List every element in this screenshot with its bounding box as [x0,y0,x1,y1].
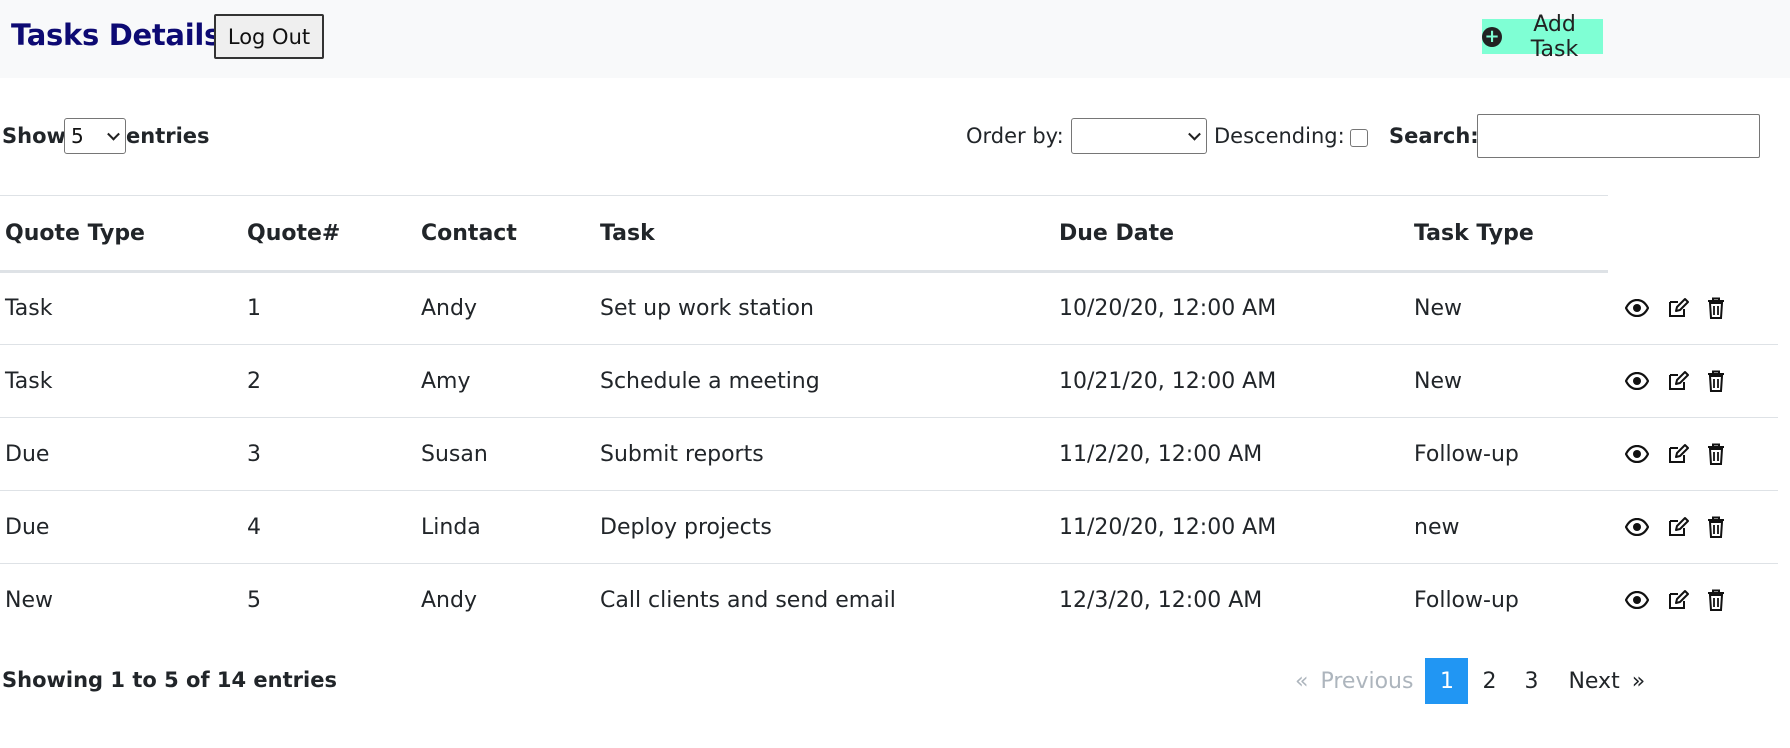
cell-task: Deploy projects [595,490,1054,564]
edit-icon[interactable] [1667,297,1689,319]
table-row: Due 4 Linda Deploy projects 11/20/20, 12… [0,490,1778,564]
add-task-label: Add Task [1530,11,1579,62]
trash-icon[interactable] [1707,370,1725,392]
cell-quote-number: 5 [247,587,261,613]
cell-task: Call clients and send email [600,587,896,613]
eye-icon[interactable] [1625,372,1649,390]
page-link-1[interactable]: 1 [1425,658,1469,704]
col-task-type[interactable]: Task Type [1409,195,1608,273]
cell-due-date: 11/20/20, 12:00 AM [1054,490,1409,564]
entries-select-value: 5 [71,124,84,148]
order-by-select[interactable] [1071,118,1207,154]
previous-page-link[interactable]: Previous [1314,658,1425,704]
pagination: « Previous 1 2 3 Next » [1283,658,1657,704]
entries-select[interactable]: 5 [64,118,126,154]
cell-contact: Susan [416,417,595,491]
tasks-table: Quote Type Quote# Contact Task Due Date … [0,195,1778,637]
col-due-date[interactable]: Due Date [1054,195,1409,273]
table-row: Task 1 Andy Set up work station 10/20/20… [0,271,1778,345]
descending-checkbox[interactable] [1350,129,1368,147]
trash-icon[interactable] [1707,516,1725,538]
descending-label: Descending: [1214,124,1345,148]
cell-quote-type: Task [0,344,242,418]
table-info: Showing 1 to 5 of 14 entries [2,668,337,692]
cell-quote-type: Task [0,271,242,345]
col-quote-type[interactable]: Quote Type [0,195,242,273]
cell-actions [1608,271,1778,345]
cell-quote-type: New [5,587,53,613]
cell-task: Set up work station [595,271,1054,345]
cell-contact: Andy [416,271,595,345]
page-link-3[interactable]: 3 [1510,658,1552,704]
chevron-down-icon [1188,127,1201,141]
table-row: New 5 Andy Call clients and send email 1… [0,564,1778,637]
last-page-link[interactable]: » [1626,658,1657,704]
cell-actions [1608,490,1778,564]
next-page-link[interactable]: Next [1552,658,1625,704]
cell-task: Schedule a meeting [595,344,1054,418]
trash-icon[interactable] [1707,443,1725,465]
show-label: Show [2,124,66,148]
cell-task-type: Follow-up [1414,587,1519,613]
chevron-down-icon [107,127,120,141]
eye-icon[interactable] [1625,591,1649,610]
cell-contact: Linda [416,490,595,564]
cell-due-date: 12/3/20, 12:00 AM [1059,587,1263,613]
add-task-button[interactable]: + Add Task [1482,12,1603,62]
cell-actions [1608,564,1778,637]
cell-quote-type: Due [0,417,242,491]
order-by-label: Order by: [966,124,1064,148]
table-row: Due 3 Susan Submit reports 11/2/20, 12:0… [0,417,1778,491]
first-page-link[interactable]: « [1283,658,1314,704]
page-title: Tasks Details [11,18,221,52]
table-controls: Show 5 entries Order by: Descending: Sea… [0,114,1790,160]
cell-quote-number: 1 [242,271,416,345]
cell-task-type: New [1409,271,1608,345]
cell-quote-number: 3 [242,417,416,491]
cell-due-date: 10/20/20, 12:00 AM [1054,271,1409,345]
page-link-2[interactable]: 2 [1468,658,1510,704]
cell-due-date: 10/21/20, 12:00 AM [1054,344,1409,418]
cell-contact: Amy [416,344,595,418]
trash-icon[interactable] [1707,297,1725,319]
eye-icon[interactable] [1625,518,1649,536]
eye-icon[interactable] [1625,445,1649,463]
col-actions [1608,196,1778,272]
cell-task-type: Follow-up [1409,417,1608,491]
cell-quote-number: 4 [242,490,416,564]
eye-icon[interactable] [1625,298,1649,317]
cell-contact: Andy [421,587,477,613]
search-input[interactable] [1477,114,1760,158]
edit-icon[interactable] [1667,443,1689,465]
entries-label: entries [126,124,210,148]
col-quote-number[interactable]: Quote# [242,195,416,273]
search-label: Search: [1389,124,1479,148]
edit-icon[interactable] [1667,370,1689,392]
logout-button[interactable]: Log Out [214,14,324,59]
col-contact[interactable]: Contact [416,195,595,273]
trash-icon[interactable] [1707,589,1725,612]
cell-quote-number: 2 [242,344,416,418]
page-header: Tasks Details Log Out + Add Task [0,0,1790,78]
cell-task: Submit reports [595,417,1054,491]
cell-task-type: New [1409,344,1608,418]
cell-actions [1608,417,1778,491]
table-header-row: Quote Type Quote# Contact Task Due Date … [0,195,1778,273]
plus-circle-icon: + [1482,26,1502,47]
cell-quote-type: Due [0,490,242,564]
col-task[interactable]: Task [595,195,1054,273]
table-row: Task 2 Amy Schedule a meeting 10/21/20, … [0,344,1778,418]
cell-due-date: 11/2/20, 12:00 AM [1054,417,1409,491]
edit-icon[interactable] [1667,516,1689,538]
cell-task-type: new [1409,490,1608,564]
cell-actions [1608,344,1778,418]
edit-icon[interactable] [1667,589,1689,611]
